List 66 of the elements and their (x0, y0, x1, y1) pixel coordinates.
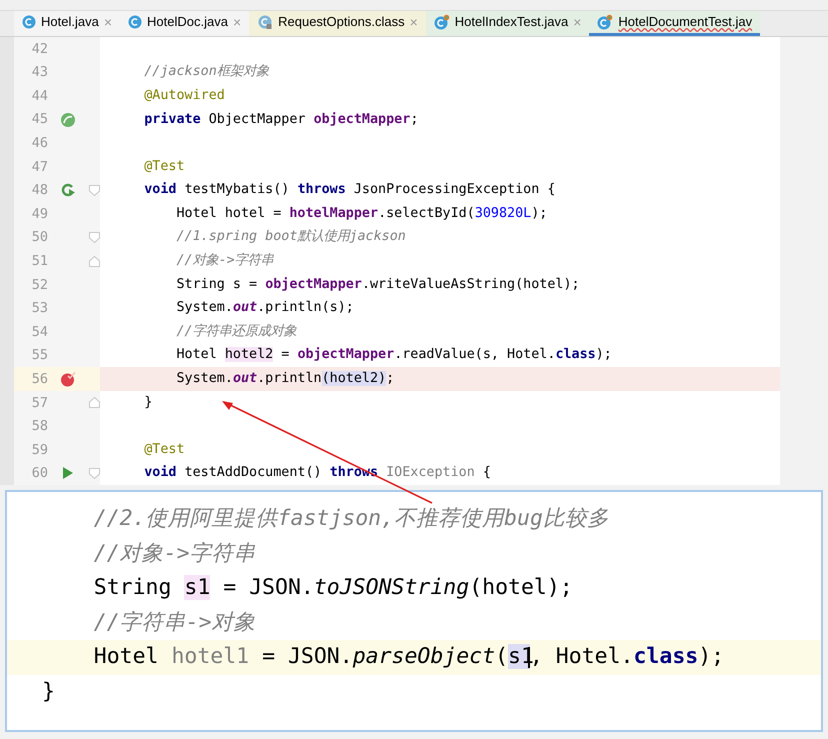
line-number: 55 (30, 346, 48, 366)
line-number: 53 (30, 299, 48, 318)
test-class-icon (434, 14, 450, 30)
code-line: } (42, 678, 55, 706)
code-line: //对象->字符串 (92, 540, 256, 568)
test-class-icon (597, 14, 614, 30)
class-file-icon (257, 14, 274, 30)
tab-label: HotelIndexTest.java (454, 13, 568, 32)
bean-icon[interactable] (60, 112, 76, 128)
fold-end-icon[interactable] (88, 256, 100, 267)
line-number: 47 (30, 158, 48, 177)
code-line: //字符串还原成对象 (175, 322, 297, 341)
fold-marker-icon[interactable] (88, 184, 100, 196)
code-line: //对象->字符串 (175, 252, 274, 270)
line-number: 58 (30, 417, 48, 436)
line-number: 46 (30, 134, 48, 154)
code-line: @Test (143, 440, 185, 459)
editor-tab[interactable]: HotelDocumentTest.jav (589, 11, 760, 36)
code-line: //2.使用阿里提供fastjson,不推荐使用bug比较多 (92, 505, 609, 534)
rerun-test-icon[interactable] (60, 182, 76, 198)
line-number: 48 (30, 181, 48, 200)
line-number: 44 (30, 86, 48, 106)
line-number: 51 (30, 252, 48, 272)
tab-label: Hotel.java (41, 13, 99, 32)
line-number: 60 (30, 464, 48, 484)
tab-label: RequestOptions.class (278, 13, 405, 32)
editor-tab[interactable]: HotelDoc.java × (120, 11, 250, 36)
code-line: //1.spring boot默认使用jackson (175, 228, 406, 246)
code-line: //字符串->对象 (92, 608, 256, 637)
line-number: 52 (30, 276, 48, 295)
code-line: System.out.println(hotel2); (175, 370, 394, 388)
code-line: void testMybatis() throws JsonProcessingException { (143, 181, 556, 200)
editor-tab[interactable]: RequestOptions.class × (249, 11, 426, 36)
code-line: String s1 = JSON.toJSONString(hotel); (92, 574, 573, 602)
code-line: } (143, 394, 152, 412)
fold-end-icon[interactable] (88, 397, 100, 408)
run-icon[interactable] (62, 466, 74, 480)
code-line: System.out.println(s); (175, 299, 354, 318)
code-line: @Autowired (143, 86, 225, 105)
fold-marker-icon[interactable] (88, 468, 100, 479)
line-number: 50 (30, 228, 48, 248)
line-number: 49 (30, 204, 48, 224)
line-number: 57 (30, 394, 48, 413)
symbol-highlight: s1 (184, 575, 210, 600)
code-line: Hotel hotel = hotelMapper.selectById(309820L); (175, 204, 548, 223)
line-number: 45 (30, 110, 48, 130)
line-number: 42 (30, 40, 48, 59)
code-line: String s = objectMapper.writeValueAsString(hotel); (175, 276, 580, 294)
code-line: Hotel hotel2 = objectMapper.readValue(s, Hotel.class); (175, 346, 612, 364)
code-line: //jackson框架对象 (143, 62, 269, 82)
line-number: 43 (30, 63, 48, 82)
class-icon (128, 15, 142, 29)
editor-tab[interactable]: Hotel.java × (14, 11, 120, 36)
line-number: 56 (30, 370, 48, 389)
class-icon (22, 15, 36, 29)
code-line: private ObjectMapper objectMapper; (143, 110, 418, 129)
code-line: @Test (143, 158, 185, 176)
tab-label: HotelDocumentTest.jav (618, 13, 752, 32)
symbol-highlight: hotel2 (224, 347, 274, 362)
line-number: 54 (30, 322, 48, 342)
breakpoint-icon[interactable] (60, 371, 76, 388)
tab-label: HotelDoc.java (147, 13, 228, 32)
symbol-highlight: (hotel2) (322, 371, 386, 386)
line-number: 59 (30, 440, 48, 460)
editor-tab[interactable]: HotelIndexTest.java × (426, 11, 590, 36)
fold-marker-icon[interactable] (88, 232, 100, 244)
